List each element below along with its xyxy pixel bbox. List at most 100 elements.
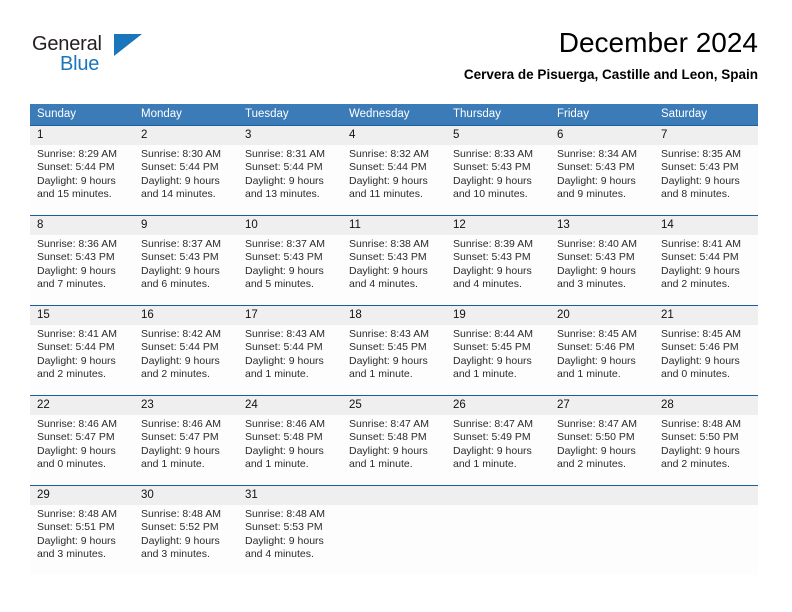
calendar-day-cell[interactable]: 8 Sunrise: 8:36 AM Sunset: 5:43 PM Daylight… bbox=[30, 215, 134, 306]
sunrise-text: Sunrise: 8:42 AM bbox=[141, 328, 221, 340]
calendar-week-row: 29 Sunrise: 8:48 AM Sunset: 5:51 PM Dayligh… bbox=[30, 485, 758, 575]
title-block: December 2024 Cervera de Pisuerga, Casti… bbox=[464, 26, 758, 83]
calendar-day-cell[interactable]: 11 Sunrise: 8:38 AM Sunset: 5:43 PM Dayligh… bbox=[342, 215, 446, 306]
day-number: 3 bbox=[238, 126, 342, 145]
sunrise-text: Sunrise: 8:39 AM bbox=[453, 238, 533, 250]
sunrise-text: Sunrise: 8:46 AM bbox=[245, 418, 325, 430]
sunrise-text: Sunrise: 8:34 AM bbox=[557, 148, 637, 160]
day-cell-inner bbox=[342, 486, 446, 575]
calendar-day-cell[interactable]: 3 Sunrise: 8:31 AM Sunset: 5:44 PM Daylight… bbox=[238, 125, 342, 216]
day-number: 1 bbox=[30, 126, 134, 145]
calendar-day-cell[interactable]: 19 Sunrise: 8:44 AM Sunset: 5:45 PM Dayligh… bbox=[446, 305, 550, 396]
daylight-text-line2: and 6 minutes. bbox=[141, 278, 210, 291]
sunrise-text: Sunrise: 8:43 AM bbox=[245, 328, 325, 340]
day-number: 15 bbox=[30, 306, 134, 325]
day-details: Sunrise: 8:38 AM Sunset: 5:43 PM Daylight:… bbox=[342, 235, 446, 292]
sunset-text: Sunset: 5:45 PM bbox=[349, 341, 427, 354]
day-cell-inner: 9 Sunrise: 8:37 AM Sunset: 5:43 PM Daylight… bbox=[134, 216, 238, 305]
calendar-day-cell[interactable]: 26 Sunrise: 8:47 AM Sunset: 5:49 PM Dayligh… bbox=[446, 395, 550, 486]
calendar-head: Sunday Monday Tuesday Wednesday Thursday… bbox=[30, 104, 758, 126]
calendar-day-cell[interactable]: 7 Sunrise: 8:35 AM Sunset: 5:43 PM Daylight… bbox=[654, 125, 758, 216]
calendar-day-cell[interactable]: 21 Sunrise: 8:45 AM Sunset: 5:46 PM Dayligh… bbox=[654, 305, 758, 396]
day-number: 21 bbox=[654, 306, 758, 325]
calendar-day-cell[interactable]: 22 Sunrise: 8:46 AM Sunset: 5:47 PM Dayligh… bbox=[30, 395, 134, 486]
day-details: Sunrise: 8:45 AM Sunset: 5:46 PM Daylight:… bbox=[654, 325, 758, 382]
sunrise-text: Sunrise: 8:48 AM bbox=[245, 508, 325, 520]
daylight-text-line2: and 8 minutes. bbox=[661, 188, 730, 201]
day-number: 17 bbox=[238, 306, 342, 325]
daylight-text-line2: and 7 minutes. bbox=[37, 278, 106, 291]
day-details bbox=[446, 505, 550, 508]
calendar-day-cell[interactable]: 4 Sunrise: 8:32 AM Sunset: 5:44 PM Daylight… bbox=[342, 125, 446, 216]
day-cell-inner: 31 Sunrise: 8:48 AM Sunset: 5:53 PM Dayligh… bbox=[238, 486, 342, 575]
calendar-day-cell[interactable]: 28 Sunrise: 8:48 AM Sunset: 5:50 PM Dayligh… bbox=[654, 395, 758, 486]
day-cell-inner: 28 Sunrise: 8:48 AM Sunset: 5:50 PM Dayligh… bbox=[654, 396, 758, 485]
calendar-day-cell[interactable]: 16 Sunrise: 8:42 AM Sunset: 5:44 PM Dayligh… bbox=[134, 305, 238, 396]
day-cell-inner: 29 Sunrise: 8:48 AM Sunset: 5:51 PM Dayligh… bbox=[30, 486, 134, 575]
calendar-day-cell[interactable]: 23 Sunrise: 8:46 AM Sunset: 5:47 PM Dayligh… bbox=[134, 395, 238, 486]
calendar-day-cell[interactable]: 5 Sunrise: 8:33 AM Sunset: 5:43 PM Daylight… bbox=[446, 125, 550, 216]
calendar-day-cell[interactable]: 20 Sunrise: 8:45 AM Sunset: 5:46 PM Dayligh… bbox=[550, 305, 654, 396]
sunset-text: Sunset: 5:43 PM bbox=[453, 161, 531, 174]
general-blue-logo[interactable]: General Blue bbox=[32, 33, 252, 83]
calendar-day-cell[interactable]: 9 Sunrise: 8:37 AM Sunset: 5:43 PM Daylight… bbox=[134, 215, 238, 306]
calendar-day-cell[interactable]: 31 Sunrise: 8:48 AM Sunset: 5:53 PM Dayligh… bbox=[238, 485, 342, 575]
daylight-text-line1: Daylight: 9 hours bbox=[245, 534, 324, 547]
calendar-day-cell[interactable]: 29 Sunrise: 8:48 AM Sunset: 5:51 PM Dayligh… bbox=[30, 485, 134, 575]
daylight-text-line1: Daylight: 9 hours bbox=[245, 354, 324, 367]
day-details: Sunrise: 8:32 AM Sunset: 5:44 PM Daylight:… bbox=[342, 145, 446, 202]
calendar-day-cell[interactable]: 27 Sunrise: 8:47 AM Sunset: 5:50 PM Dayligh… bbox=[550, 395, 654, 486]
daylight-text-line2: and 4 minutes. bbox=[245, 548, 314, 561]
day-details: Sunrise: 8:41 AM Sunset: 5:44 PM Daylight:… bbox=[30, 325, 134, 382]
sunset-text: Sunset: 5:44 PM bbox=[141, 161, 219, 174]
calendar-day-cell[interactable]: 18 Sunrise: 8:43 AM Sunset: 5:45 PM Dayligh… bbox=[342, 305, 446, 396]
daylight-text-line1: Daylight: 9 hours bbox=[245, 264, 324, 277]
calendar-day-cell[interactable]: 6 Sunrise: 8:34 AM Sunset: 5:43 PM Daylight… bbox=[550, 125, 654, 216]
day-details: Sunrise: 8:48 AM Sunset: 5:51 PM Daylight:… bbox=[30, 505, 134, 562]
sunrise-text: Sunrise: 8:47 AM bbox=[557, 418, 637, 430]
day-cell-inner: 24 Sunrise: 8:46 AM Sunset: 5:48 PM Dayligh… bbox=[238, 396, 342, 485]
daylight-text-line2: and 2 minutes. bbox=[557, 458, 626, 471]
daylight-text-line1: Daylight: 9 hours bbox=[349, 444, 428, 457]
calendar-day-cell[interactable]: 17 Sunrise: 8:43 AM Sunset: 5:44 PM Dayligh… bbox=[238, 305, 342, 396]
sunset-text: Sunset: 5:44 PM bbox=[245, 161, 323, 174]
day-cell-inner: 19 Sunrise: 8:44 AM Sunset: 5:45 PM Dayligh… bbox=[446, 306, 550, 395]
sunrise-text: Sunrise: 8:47 AM bbox=[453, 418, 533, 430]
calendar-day-cell[interactable]: 24 Sunrise: 8:46 AM Sunset: 5:48 PM Dayligh… bbox=[238, 395, 342, 486]
weekday-header-thursday: Thursday bbox=[446, 104, 550, 126]
day-details: Sunrise: 8:30 AM Sunset: 5:44 PM Daylight:… bbox=[134, 145, 238, 202]
day-number: 20 bbox=[550, 306, 654, 325]
calendar-day-cell[interactable]: 14 Sunrise: 8:41 AM Sunset: 5:44 PM Dayligh… bbox=[654, 215, 758, 306]
day-number bbox=[550, 486, 654, 505]
sunset-text: Sunset: 5:46 PM bbox=[557, 341, 635, 354]
day-cell-inner: 2 Sunrise: 8:30 AM Sunset: 5:44 PM Daylight… bbox=[134, 126, 238, 215]
sunrise-text: Sunrise: 8:41 AM bbox=[37, 328, 117, 340]
calendar-day-cell[interactable]: 10 Sunrise: 8:37 AM Sunset: 5:43 PM Dayligh… bbox=[238, 215, 342, 306]
calendar-day-cell[interactable]: 25 Sunrise: 8:47 AM Sunset: 5:48 PM Dayligh… bbox=[342, 395, 446, 486]
sunset-text: Sunset: 5:43 PM bbox=[37, 251, 115, 264]
weekday-header-row: Sunday Monday Tuesday Wednesday Thursday… bbox=[30, 104, 758, 126]
sunset-text: Sunset: 5:43 PM bbox=[557, 161, 635, 174]
calendar-day-cell[interactable]: 30 Sunrise: 8:48 AM Sunset: 5:52 PM Dayligh… bbox=[134, 485, 238, 575]
day-details: Sunrise: 8:46 AM Sunset: 5:47 PM Daylight:… bbox=[30, 415, 134, 472]
calendar-day-cell[interactable]: 1 Sunrise: 8:29 AM Sunset: 5:44 PM Daylight… bbox=[30, 125, 134, 216]
day-cell-inner: 16 Sunrise: 8:42 AM Sunset: 5:44 PM Dayligh… bbox=[134, 306, 238, 395]
calendar-day-cell[interactable]: 2 Sunrise: 8:30 AM Sunset: 5:44 PM Daylight… bbox=[134, 125, 238, 216]
calendar-page: General Blue December 2024 Cervera de Pi… bbox=[0, 0, 792, 612]
calendar-day-cell[interactable]: 13 Sunrise: 8:40 AM Sunset: 5:43 PM Dayligh… bbox=[550, 215, 654, 306]
day-number: 18 bbox=[342, 306, 446, 325]
calendar-day-cell[interactable]: 12 Sunrise: 8:39 AM Sunset: 5:43 PM Dayligh… bbox=[446, 215, 550, 306]
daylight-text-line2: and 0 minutes. bbox=[37, 458, 106, 471]
sunset-text: Sunset: 5:48 PM bbox=[349, 431, 427, 444]
day-details: Sunrise: 8:46 AM Sunset: 5:48 PM Daylight:… bbox=[238, 415, 342, 472]
day-number: 25 bbox=[342, 396, 446, 415]
day-details: Sunrise: 8:39 AM Sunset: 5:43 PM Daylight:… bbox=[446, 235, 550, 292]
calendar-day-cell[interactable]: 15 Sunrise: 8:41 AM Sunset: 5:44 PM Dayligh… bbox=[30, 305, 134, 396]
weekday-header-friday: Friday bbox=[550, 104, 654, 126]
day-number: 19 bbox=[446, 306, 550, 325]
calendar-week-row: 8 Sunrise: 8:36 AM Sunset: 5:43 PM Daylight… bbox=[30, 215, 758, 306]
day-number: 27 bbox=[550, 396, 654, 415]
day-cell-inner: 25 Sunrise: 8:47 AM Sunset: 5:48 PM Dayligh… bbox=[342, 396, 446, 485]
daylight-text-line1: Daylight: 9 hours bbox=[141, 534, 220, 547]
sunset-text: Sunset: 5:47 PM bbox=[141, 431, 219, 444]
